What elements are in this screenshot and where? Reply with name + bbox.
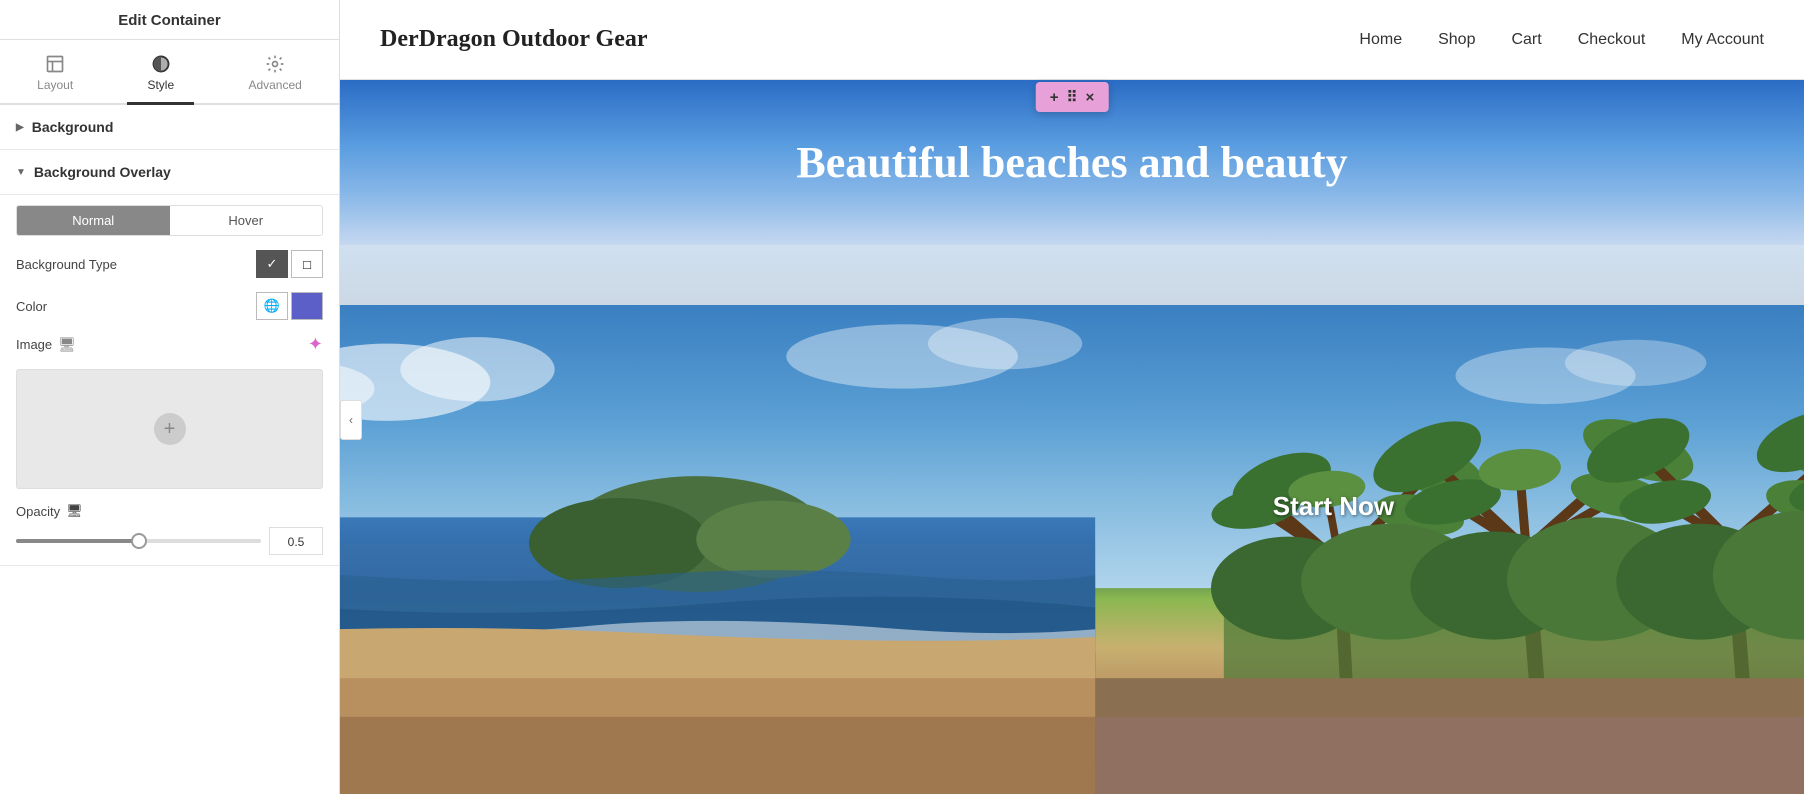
image-monitor-icon: 🖥 (58, 336, 76, 353)
opacity-monitor-icon: 🖥 (66, 503, 83, 519)
nav-my-account[interactable]: My Account (1681, 31, 1764, 49)
background-overlay-content: Normal Hover Background Type ✓ □ Color 🌐… (0, 195, 339, 566)
toolbar-move-icon[interactable]: ⠿ (1067, 88, 1078, 106)
color-row: Color 🌐 (16, 292, 323, 320)
panel-collapse-toggle[interactable]: ‹ (340, 400, 362, 440)
opacity-slider-fill (16, 539, 139, 543)
hero-title: Beautiful beaches and beauty (796, 137, 1347, 188)
opacity-label: Opacity 🖥 (16, 503, 83, 519)
image-field-row: Image 🖥 ✦ (16, 334, 323, 355)
background-type-buttons: ✓ □ (256, 250, 323, 278)
color-preview-swatch[interactable] (291, 292, 323, 320)
ai-magic-icon[interactable]: ✦ (308, 334, 323, 355)
background-type-row: Background Type ✓ □ (16, 250, 323, 278)
site-logo: DerDragon Outdoor Gear (380, 26, 648, 53)
beach-hero-section: Start Now (340, 305, 1804, 794)
type-btn-classic[interactable]: ✓ (256, 250, 288, 278)
background-overlay-section-header[interactable]: ▼ Background Overlay (0, 150, 339, 195)
upload-plus-icon: + (154, 413, 186, 445)
opacity-label-text: Opacity (16, 504, 60, 519)
color-label: Color (16, 299, 47, 314)
background-section-label: Background (32, 119, 114, 135)
nav-cart[interactable]: Cart (1511, 31, 1541, 49)
layout-icon (45, 54, 65, 74)
opacity-row: Opacity 🖥 (16, 503, 323, 519)
panel-tabs: Layout Style Advanced (0, 40, 339, 105)
floating-toolbar: + ⠿ × (1036, 82, 1109, 112)
toolbar-add-icon[interactable]: + (1050, 89, 1059, 106)
nav-links: Home Shop Cart Checkout My Account (1359, 31, 1764, 49)
toolbar-close-icon[interactable]: × (1086, 89, 1095, 106)
gear-icon (265, 54, 285, 74)
background-arrow: ▶ (16, 122, 24, 133)
start-now-text: Start Now (1273, 491, 1394, 522)
nav-shop[interactable]: Shop (1438, 31, 1475, 49)
opacity-slider-thumb[interactable] (131, 533, 147, 549)
opacity-slider-container: 0.5 (16, 527, 323, 555)
nav-checkout[interactable]: Checkout (1578, 31, 1646, 49)
background-section-header[interactable]: ▶ Background (0, 105, 339, 150)
nav-home[interactable]: Home (1359, 31, 1402, 49)
type-btn-gradient[interactable]: □ (291, 250, 323, 278)
panel-title: Edit Container (0, 0, 339, 40)
background-overlay-arrow: ▼ (16, 167, 26, 178)
tab-layout-label: Layout (37, 78, 73, 92)
beach-svg (340, 305, 1804, 794)
background-type-label: Background Type (16, 257, 117, 272)
site-nav: DerDragon Outdoor Gear Home Shop Cart Ch… (340, 0, 1804, 80)
state-normal-btn[interactable]: Normal (17, 206, 170, 235)
state-tab-toggle: Normal Hover (16, 205, 323, 236)
tab-layout[interactable]: Layout (17, 48, 93, 105)
image-label-text: Image (16, 337, 52, 352)
image-upload-area[interactable]: + (16, 369, 323, 489)
tab-style[interactable]: Style (127, 48, 194, 105)
section-divider (340, 245, 1804, 305)
color-buttons: 🌐 (256, 292, 323, 320)
style-icon (151, 54, 171, 74)
main-content: DerDragon Outdoor Gear Home Shop Cart Ch… (340, 0, 1804, 794)
beach-background (340, 305, 1804, 794)
image-label: Image 🖥 (16, 336, 76, 353)
state-hover-btn[interactable]: Hover (170, 206, 323, 235)
opacity-value-box[interactable]: 0.5 (269, 527, 323, 555)
tab-style-label: Style (147, 78, 174, 92)
left-panel: Edit Container Layout Style (0, 0, 340, 794)
color-globe-btn[interactable]: 🌐 (256, 292, 288, 320)
tab-advanced[interactable]: Advanced (228, 48, 321, 105)
tab-advanced-label: Advanced (248, 78, 301, 92)
opacity-slider-track[interactable] (16, 539, 261, 543)
background-overlay-section-label: Background Overlay (34, 164, 171, 180)
